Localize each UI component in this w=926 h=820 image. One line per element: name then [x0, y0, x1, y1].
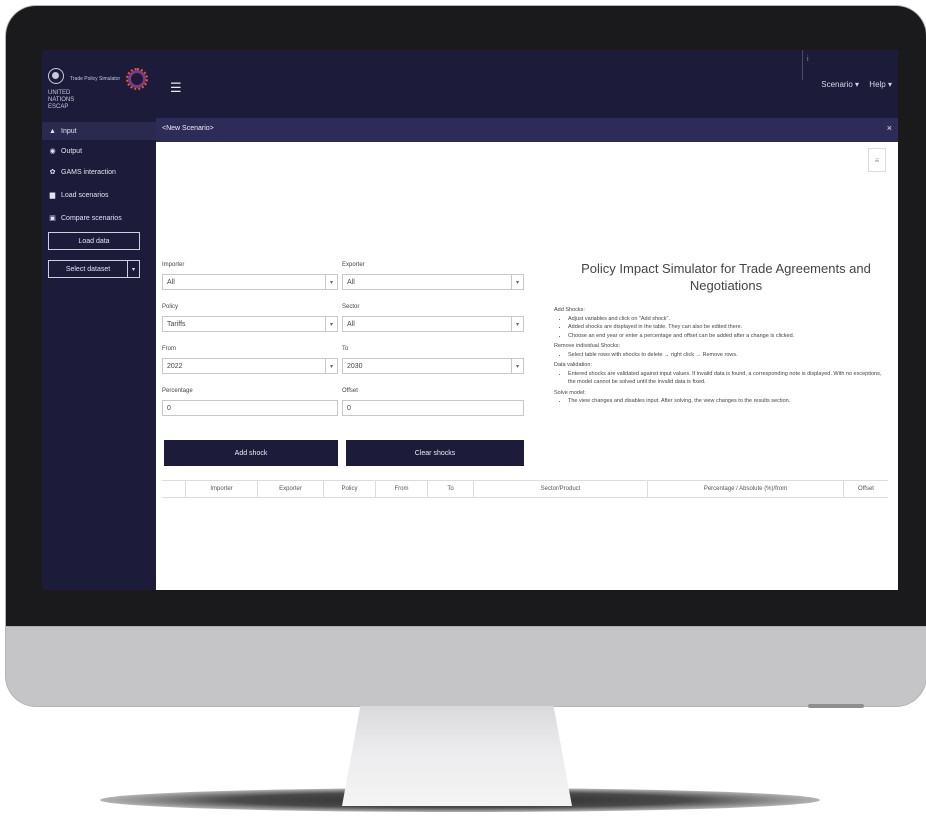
help-bullet: Added shocks are displayed in the table.… [568, 323, 890, 332]
sidebar-item-label: Input [61, 127, 77, 135]
org-abbrev: UNITED NATIONS ESCAP [48, 90, 75, 110]
help-menu[interactable]: Help ▾ [869, 80, 892, 89]
table-header-cell[interactable]: To [428, 481, 474, 497]
scenario-tab-bar: <New Scenario> × [156, 118, 898, 142]
gear-icon: ✿ [49, 169, 56, 176]
sidebar-item-input[interactable]: ▲ Input [42, 122, 156, 140]
table-header-cell[interactable]: Sector/Product [474, 481, 648, 497]
sidebar-item-label: Compare scenarios [61, 214, 122, 222]
to-value: 2030 [347, 362, 363, 370]
help-text: Add Shocks: Adjust variables and click o… [554, 304, 890, 406]
help-bullet: Adjust variables and click on "Add shock… [568, 315, 890, 324]
shocks-table-header: Importer Exporter Policy From To Sector/… [162, 480, 888, 498]
monitor-chin-notch [808, 704, 864, 708]
select-dataset-dropdown[interactable]: Select dataset ▾ [48, 260, 140, 278]
navbar-small-indicator: i [807, 56, 809, 63]
sidebar-item-label: Load scenarios [61, 191, 109, 199]
help-bullet: Entered shocks are validated against inp… [568, 370, 890, 387]
close-icon[interactable]: × [887, 123, 892, 133]
folder-icon: ▆ [49, 192, 56, 199]
top-navbar: Trade Policy Simulator UNITED NATIONS ES… [42, 50, 898, 118]
table-header-cell[interactable]: Offset [844, 481, 888, 497]
help-title: Policy Impact Simulator for Trade Agreem… [581, 261, 871, 293]
sidebar-item-gams[interactable]: ✿ GAMS interaction [42, 163, 156, 181]
navbar-divider [802, 50, 803, 80]
chevron-down-icon: ▾ [511, 275, 523, 289]
add-shock-button[interactable]: Add shock [164, 440, 338, 466]
clear-shocks-button[interactable]: Clear shocks [346, 440, 524, 466]
sector-select[interactable]: All ▾ [342, 316, 524, 332]
table-header-cell[interactable]: Percentage / Absolute (%)/from [648, 481, 844, 497]
app-screen: Trade Policy Simulator UNITED NATIONS ES… [42, 50, 898, 590]
panel-menu-icon[interactable]: ≡ [868, 148, 886, 172]
help-bullet: Select table rows with shocks to delete … [568, 351, 890, 360]
chevron-down-icon: ▾ [325, 317, 337, 331]
importer-label: Importer [162, 262, 185, 268]
from-label: From [162, 346, 176, 352]
input-panel: ≡ Importer All ▾ Exporter All ▾ Policy T… [156, 142, 898, 590]
percentage-input[interactable]: 0 [162, 400, 338, 416]
sidebar-item-load-scenarios[interactable]: ▆ Load scenarios [42, 186, 156, 204]
help-heading: Add Shocks: [554, 307, 585, 313]
offset-input[interactable]: 0 [342, 400, 524, 416]
exporter-select[interactable]: All ▾ [342, 274, 524, 290]
brand-name: Trade Policy Simulator [70, 76, 121, 82]
table-header-cell[interactable] [162, 481, 186, 497]
chevron-down-icon: ▾ [325, 275, 337, 289]
policy-select[interactable]: Tariffs ▾ [162, 316, 338, 332]
select-dataset-button[interactable]: Select dataset [48, 260, 128, 278]
brand[interactable]: Trade Policy Simulator UNITED NATIONS ES… [48, 68, 148, 110]
from-value: 2022 [167, 362, 183, 370]
app-logo-icon [126, 68, 148, 90]
policy-value: Tariffs [167, 320, 186, 328]
help-heading: Data validation: [554, 362, 592, 368]
to-select[interactable]: 2030 ▾ [342, 358, 524, 374]
offset-label: Offset [342, 388, 358, 394]
sector-value: All [347, 320, 355, 328]
help-bullet: The view changes and disables input. Aft… [568, 397, 890, 406]
from-select[interactable]: 2022 ▾ [162, 358, 338, 374]
scenario-menu[interactable]: Scenario ▾ [821, 80, 859, 89]
sidebar-item-label: GAMS interaction [61, 168, 116, 176]
table-header-cell[interactable]: Importer [186, 481, 258, 497]
navbar-menus: Scenario ▾ Help ▾ [813, 80, 892, 89]
table-header-cell[interactable]: Exporter [258, 481, 324, 497]
compare-icon: ▣ [49, 215, 56, 222]
help-heading: Solve model: [554, 389, 586, 396]
monitor-chin-line [6, 626, 926, 627]
importer-select[interactable]: All ▾ [162, 274, 338, 290]
hamburger-icon[interactable]: ☰ [170, 80, 182, 96]
help-bullet: Choose an end year or enter a percentage… [568, 332, 890, 341]
sidebar-item-output[interactable]: ◉ Output [42, 142, 156, 160]
chevron-down-icon[interactable]: ▾ [128, 260, 140, 278]
tab-new-scenario[interactable]: <New Scenario> [162, 125, 214, 132]
sidebar-item-compare-scenarios[interactable]: ▣ Compare scenarios [42, 209, 156, 227]
to-label: To [342, 346, 349, 352]
table-header-cell[interactable]: Policy [324, 481, 376, 497]
help-heading: Remove individual Shocks: [554, 343, 621, 349]
un-emblem-icon [48, 68, 64, 84]
sector-label: Sector [342, 304, 360, 310]
table-header-cell[interactable]: From [376, 481, 428, 497]
sidebar: ▲ Input ◉ Output ✿ GAMS interaction ▆ Lo… [42, 118, 156, 590]
input-icon: ▲ [49, 127, 56, 135]
percentage-label: Percentage [162, 388, 193, 394]
exporter-value: All [347, 278, 355, 286]
chevron-down-icon: ▾ [325, 359, 337, 373]
load-data-button[interactable]: Load data [48, 232, 140, 250]
importer-value: All [167, 278, 175, 286]
output-icon: ◉ [49, 148, 56, 155]
sidebar-item-label: Output [61, 147, 83, 155]
exporter-label: Exporter [342, 262, 365, 268]
stand-neck [342, 706, 572, 806]
chevron-down-icon: ▾ [511, 359, 523, 373]
policy-label: Policy [162, 304, 179, 310]
chevron-down-icon: ▾ [511, 317, 523, 331]
